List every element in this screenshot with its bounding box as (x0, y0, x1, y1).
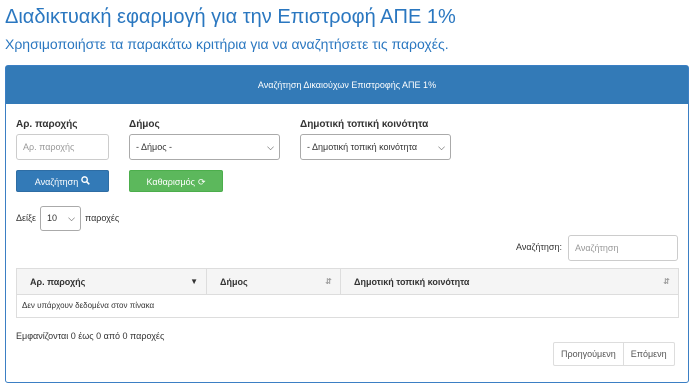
refresh-icon: ⟳ (197, 177, 206, 187)
chevron-down-icon: ⌵ (438, 142, 445, 152)
search-button-label: Αναζήτηση (34, 177, 79, 187)
reset-button-label: Καθαρισμός (146, 177, 195, 187)
municipality-select-value: - Δήμος - (136, 142, 173, 152)
column-header-community[interactable]: Δημοτική τοπική κοινότητα ⇵ (341, 269, 678, 294)
page-subtitle: Χρησιμοποιήστε τα παρακάτω κριτήρια για … (5, 36, 449, 52)
supply-number-input[interactable]: Αρ. παροχής (16, 134, 109, 160)
page-title: Διαδικτυακή εφαρμογή για την Επιστροφή Α… (5, 6, 456, 28)
table-info: Εμφανίζονται 0 έως 0 από 0 παροχές (16, 331, 165, 341)
search-button[interactable]: Αναζήτηση (16, 170, 109, 192)
panel-heading: Αναζήτηση Δικαιούχων Επιστροφής ΑΠΕ 1% (6, 66, 688, 104)
length-suffix: παροχές (85, 213, 120, 223)
next-page-button[interactable]: Επόμενη (623, 342, 675, 366)
table-header-row: Αρ. παροχής ▼ Δήμος ⇵ Δημοτική τοπική κο… (17, 269, 678, 295)
column-header-label: Αρ. παροχής (30, 277, 86, 287)
chevron-down-icon: ⌵ (68, 213, 75, 223)
page-length-value: 10 (47, 213, 58, 223)
municipality-label: Δήμος (129, 119, 160, 130)
community-label: Δημοτική τοπική κοινότητα (300, 119, 429, 130)
supply-number-label: Αρ. παροχής (16, 119, 78, 130)
table-search-input[interactable]: Αναζήτηση (568, 235, 678, 261)
page-length-select[interactable]: 10 ⌵ (40, 206, 81, 231)
search-icon (81, 171, 91, 193)
community-select-value: - Δημοτική τοπική κοινότητα (307, 142, 418, 152)
column-header-supply-number[interactable]: Αρ. παροχής ▼ (17, 269, 207, 294)
municipality-select[interactable]: - Δήμος - ⌵ (129, 134, 280, 160)
results-table: Αρ. παροχής ▼ Δήμος ⇵ Δημοτική τοπική κο… (16, 268, 679, 318)
pagination: Προηγούμενη Επόμενη (553, 342, 675, 366)
table-search-label: Αναζήτηση: (516, 242, 562, 252)
reset-button[interactable]: Καθαρισμός ⟳ (129, 170, 223, 192)
chevron-down-icon: ⌵ (267, 142, 274, 152)
column-header-label: Δήμος (220, 277, 248, 287)
previous-page-button[interactable]: Προηγούμενη (553, 342, 624, 366)
table-empty-row: Δεν υπάρχουν δεδομένα στον πίνακα (22, 301, 155, 310)
column-header-municipality[interactable]: Δήμος ⇵ (207, 269, 341, 294)
sort-desc-icon: ▼ (190, 277, 198, 286)
sort-icon: ⇵ (325, 277, 332, 286)
column-header-label: Δημοτική τοπική κοινότητα (354, 277, 470, 287)
sort-icon: ⇵ (663, 277, 670, 286)
length-prefix: Δείξε (16, 213, 37, 223)
community-select[interactable]: - Δημοτική τοπική κοινότητα ⌵ (300, 134, 451, 160)
